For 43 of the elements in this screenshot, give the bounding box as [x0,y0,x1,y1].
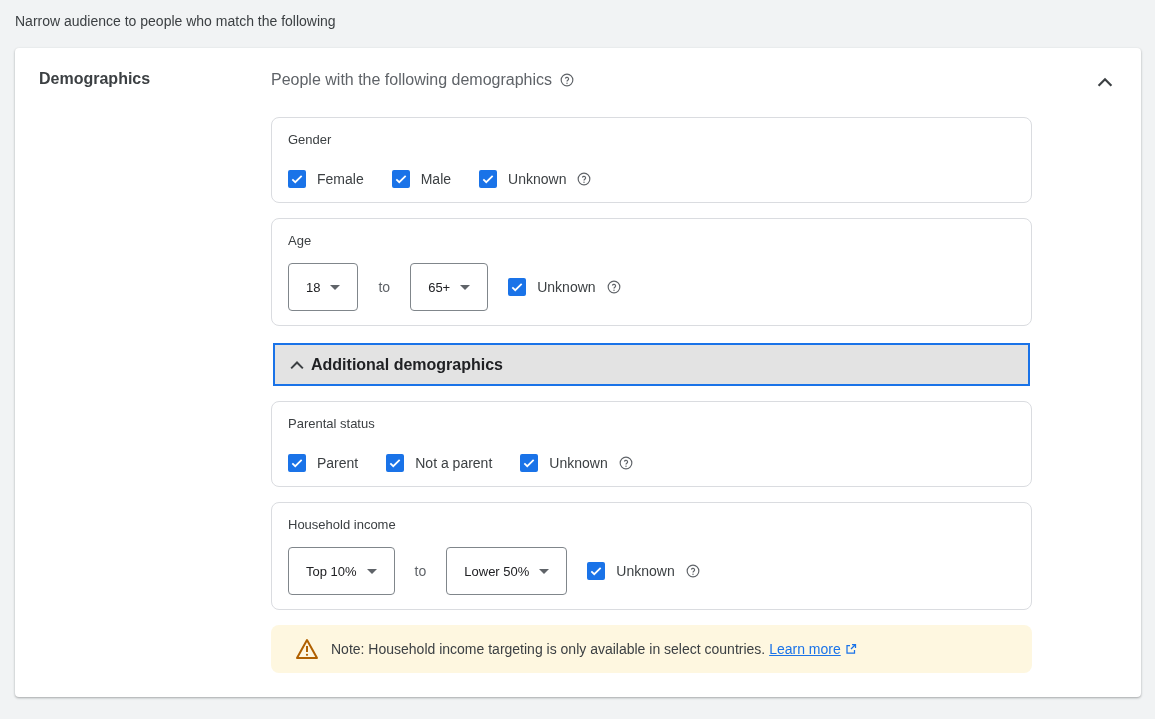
panel-title: Demographics [39,70,152,88]
caret-icon [366,568,377,574]
dropdown[interactable]: Lower 50% [446,547,568,595]
range-separator: to [414,563,427,579]
dropdown[interactable]: 18 [288,263,359,311]
checkbox[interactable] [520,454,539,472]
additional-demographics-toggle[interactable]: Additional demographics [273,343,1030,386]
intro-text: Narrow audience to people who match the following [15,12,337,30]
checkbox-label: Unknown [616,563,675,579]
checkbox[interactable] [508,278,527,296]
note-text: Note: Household income targeting is only available in select countries. Learn more [331,641,857,657]
help-icon[interactable] [685,564,700,578]
checkbox[interactable] [391,170,410,188]
help-icon[interactable] [577,172,592,186]
warning-icon [295,638,319,660]
caret-icon [460,284,471,290]
dropdown[interactable]: Top 10% [288,547,395,595]
checkbox-label: Unknown [549,455,608,471]
section-title: Household income [288,517,397,533]
checkbox[interactable] [288,454,306,472]
checkbox-label: Not a parent [415,455,493,471]
checkbox-label: Parent [317,455,359,471]
caret-icon [539,568,550,574]
checkbox[interactable] [587,562,606,580]
dropdown[interactable]: 65+ [410,263,489,311]
range-separator: to [378,279,391,295]
checkbox-label: Unknown [537,279,596,295]
help-icon[interactable] [606,280,621,294]
panel-subtitle: People with the following demographics [271,71,553,89]
checkbox[interactable] [386,454,405,472]
checkbox-label: Female [317,171,364,187]
checkbox[interactable] [479,170,498,188]
learn-more-link[interactable]: Learn more [769,641,857,657]
checkbox[interactable] [288,170,306,188]
caret-icon [330,284,341,290]
checkbox-label: Male [420,171,452,187]
help-icon[interactable] [618,456,633,470]
section-title: Parental status [288,416,376,432]
section-title: Gender [288,132,333,148]
section-title: Age [288,233,313,249]
external-link-icon [844,643,857,655]
checkbox-label: Unknown [508,171,567,187]
help-icon[interactable] [560,73,575,87]
